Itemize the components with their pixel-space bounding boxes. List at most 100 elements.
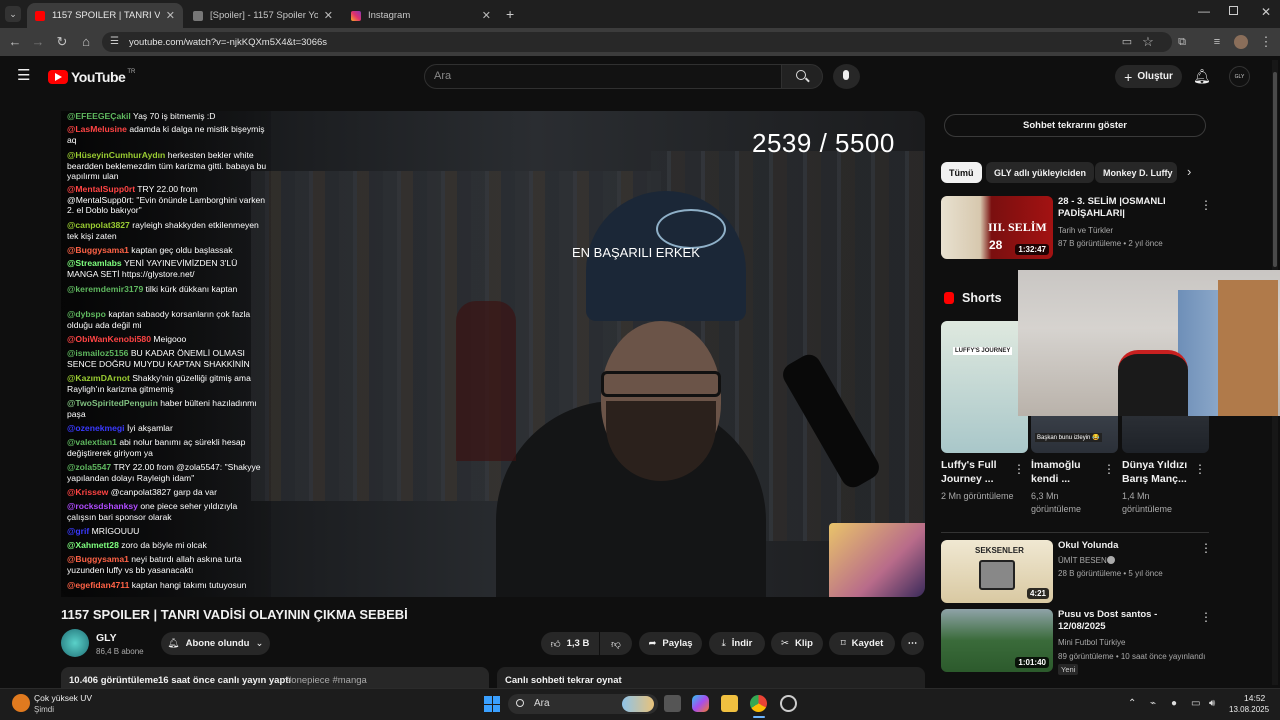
more-options-icon[interactable]: ⋮ [1103, 462, 1115, 476]
chat-message: @MentalSupp0rt TRY 22.00 from @MentalSup… [67, 184, 267, 216]
menu-icon[interactable]: ⋮ [1258, 34, 1274, 50]
home-icon[interactable]: ⌂ [78, 34, 94, 50]
page-scrollbar-thumb[interactable] [1273, 72, 1277, 267]
microphone-tray-icon[interactable]: ● [1171, 698, 1177, 709]
recommended-thumbnail-pusu[interactable]: 1:01:40 [941, 609, 1053, 672]
account-avatar[interactable]: GLY [1229, 66, 1250, 87]
chevron-right-icon[interactable]: › [1187, 164, 1191, 179]
download-button[interactable]: ⤓ İndir [709, 632, 765, 655]
chrome-icon[interactable] [750, 695, 767, 712]
more-options-icon[interactable]: ⋮ [1013, 462, 1025, 476]
more-options-icon[interactable]: ⋮ [1200, 198, 1212, 212]
voice-search-button[interactable] [833, 64, 860, 89]
recommended-title[interactable]: Pusu vs Dost santos - 12/08/2025 [1058, 609, 1188, 633]
more-options-icon[interactable]: ⋮ [1194, 462, 1206, 476]
chat-message: @egefidan4711 kaptan hangi takımı tutuyo… [67, 580, 267, 591]
chip-from-uploader[interactable]: GLY adlı yükleyiciden [986, 162, 1095, 183]
tray-overflow-icon[interactable]: ⌃ [1128, 698, 1136, 709]
chip-luffy[interactable]: Monkey D. Luffy [1095, 162, 1177, 183]
display-icon[interactable]: ▭ [1191, 698, 1200, 709]
channel-avatar[interactable] [61, 629, 89, 657]
reading-list-icon[interactable]: ≡ [1209, 34, 1225, 50]
clock-time[interactable]: 14:52 [1244, 693, 1265, 703]
chat-message: @KazımDArnot Shakky'nin güzelliği gitmiş… [67, 373, 267, 394]
copilot-icon[interactable] [692, 695, 709, 712]
clip-button[interactable]: ✂ Klip [771, 632, 823, 655]
chat-username: @dybspo [67, 309, 106, 319]
url-text[interactable]: youtube.com/watch?v=-njkKQXm5X4&t=3066s [129, 37, 327, 48]
windows-start-icon[interactable] [484, 696, 500, 712]
channel-name[interactable]: GLY [96, 632, 117, 644]
close-icon[interactable]: ✕ [482, 9, 491, 22]
search-button[interactable] [781, 64, 823, 89]
short-title[interactable]: Dünya Yıldızı Barış Manç... [1122, 458, 1192, 486]
video-duration: 4:21 [1026, 588, 1049, 599]
tab-spoiler[interactable]: [Spoiler] - 1157 Spoiler Yorumla ✕ [185, 3, 341, 28]
task-view-icon[interactable] [664, 695, 681, 712]
youtube-logo[interactable]: YouTube TR [48, 69, 135, 85]
tab-youtube[interactable]: 1157 SPOILER | TANRI VADİSİ O ✕ [27, 3, 183, 28]
chat-username: @zola5547 [67, 462, 112, 472]
chat-message: @dybspo kaptan sabaody korsanların çok f… [67, 309, 267, 330]
site-info-icon[interactable]: ☰ [110, 36, 119, 47]
share-button[interactable]: ➦ Paylaş [639, 632, 702, 655]
recommended-channel[interactable]: Tarih ve Türkler [1058, 226, 1113, 235]
hamburger-menu-icon[interactable]: ☰ [17, 66, 30, 84]
recommended-thumbnail-selim[interactable]: III. SELİM 28 1:32:47 [941, 196, 1053, 259]
minimize-icon[interactable]: — [1198, 4, 1210, 18]
download-label: İndir [731, 638, 753, 649]
tab-search-button[interactable]: ⌄ [5, 6, 21, 22]
new-tab-icon[interactable]: + [506, 6, 514, 22]
youtube-play-icon [48, 70, 68, 84]
recommended-title[interactable]: 28 - 3. SELİM |OSMANLI PADİŞAHLARI| [1058, 196, 1188, 220]
tab-instagram[interactable]: Instagram ✕ [343, 3, 499, 28]
clock-date[interactable]: 13.08.2025 [1229, 705, 1269, 714]
like-button[interactable]: 👍︎ 1,3 B [541, 632, 599, 655]
hashtags[interactable]: #onepiece #manga [286, 675, 367, 686]
recommended-channel[interactable]: Mini Futbol Türkiye [1058, 638, 1125, 647]
chat-message: @ObiWanKenobi580 Meigooo [67, 334, 267, 345]
speaker-icon[interactable]: 🔊︎ [1209, 698, 1215, 709]
tab-title: Instagram [368, 10, 411, 21]
file-explorer-icon[interactable] [721, 695, 738, 712]
extensions-icon[interactable]: ⧉ [1174, 34, 1190, 50]
recommended-title[interactable]: Okul Yolunda [1058, 540, 1188, 552]
chip-all[interactable]: Tümü [941, 162, 982, 183]
chat-message: @TwoSpiritedPenguin haber bülteni hazıla… [67, 398, 267, 419]
close-icon[interactable]: ✕ [166, 9, 175, 22]
dislike-button[interactable]: 👎︎ [600, 632, 632, 655]
recommended-thumbnail-okul[interactable]: SEKSENLER 4:21 [941, 540, 1053, 603]
cast-icon[interactable]: ▭ [1119, 34, 1135, 50]
bookmark-star-icon[interactable]: ☆ [1140, 34, 1156, 50]
reload-icon[interactable]: ↻ [54, 34, 70, 50]
forward-icon[interactable]: → [30, 34, 46, 50]
profile-avatar[interactable] [1234, 35, 1248, 49]
close-icon[interactable]: ✕ [324, 9, 333, 22]
more-actions-button[interactable]: ⋯ [901, 632, 924, 655]
short-title[interactable]: İmamoğlu kendi ... [1031, 458, 1101, 486]
chat-message: @Buggysama1 kaptan geç oldu başlassak [67, 245, 267, 256]
weather-icon[interactable] [12, 694, 30, 712]
close-window-icon[interactable]: ✕ [1261, 5, 1271, 19]
short-thumbnail-luffy[interactable]: LUFFY'S JOURNEY [941, 321, 1028, 453]
show-chat-replay-button[interactable]: Sohbet tekrarını göster [944, 114, 1206, 137]
chip-label: Monkey D. Luffy [1103, 167, 1173, 178]
weather-title[interactable]: Çok yüksek UV [34, 693, 92, 703]
subscribe-button[interactable]: 🔔︎ Abone olundu ⌄ [161, 632, 270, 655]
notifications-bell-icon[interactable]: 🔔︎ [1193, 68, 1211, 85]
maximize-icon[interactable] [1229, 6, 1238, 15]
search-input[interactable] [424, 64, 782, 89]
save-button[interactable]: ⌑ Kaydet [829, 632, 895, 655]
short-title[interactable]: Luffy's Full Journey ... [941, 458, 1011, 486]
thumbs-up-icon: 👍︎ [550, 638, 561, 650]
recommended-channel[interactable]: ÜMİT BESEN [1058, 556, 1107, 565]
back-icon[interactable]: ← [7, 34, 23, 50]
video-duration: 1:01:40 [1015, 657, 1049, 668]
more-options-icon[interactable]: ⋮ [1200, 610, 1212, 624]
more-options-icon[interactable]: ⋮ [1200, 541, 1212, 555]
create-button[interactable]: + Oluştur [1115, 65, 1182, 88]
network-icon[interactable]: ⌁ [1150, 698, 1156, 709]
app-icon[interactable] [780, 695, 797, 712]
logo-country: TR [127, 69, 136, 75]
chat-message: @EFEEGEÇakil Yaş 70 iş bitmemiş :D [67, 111, 267, 122]
